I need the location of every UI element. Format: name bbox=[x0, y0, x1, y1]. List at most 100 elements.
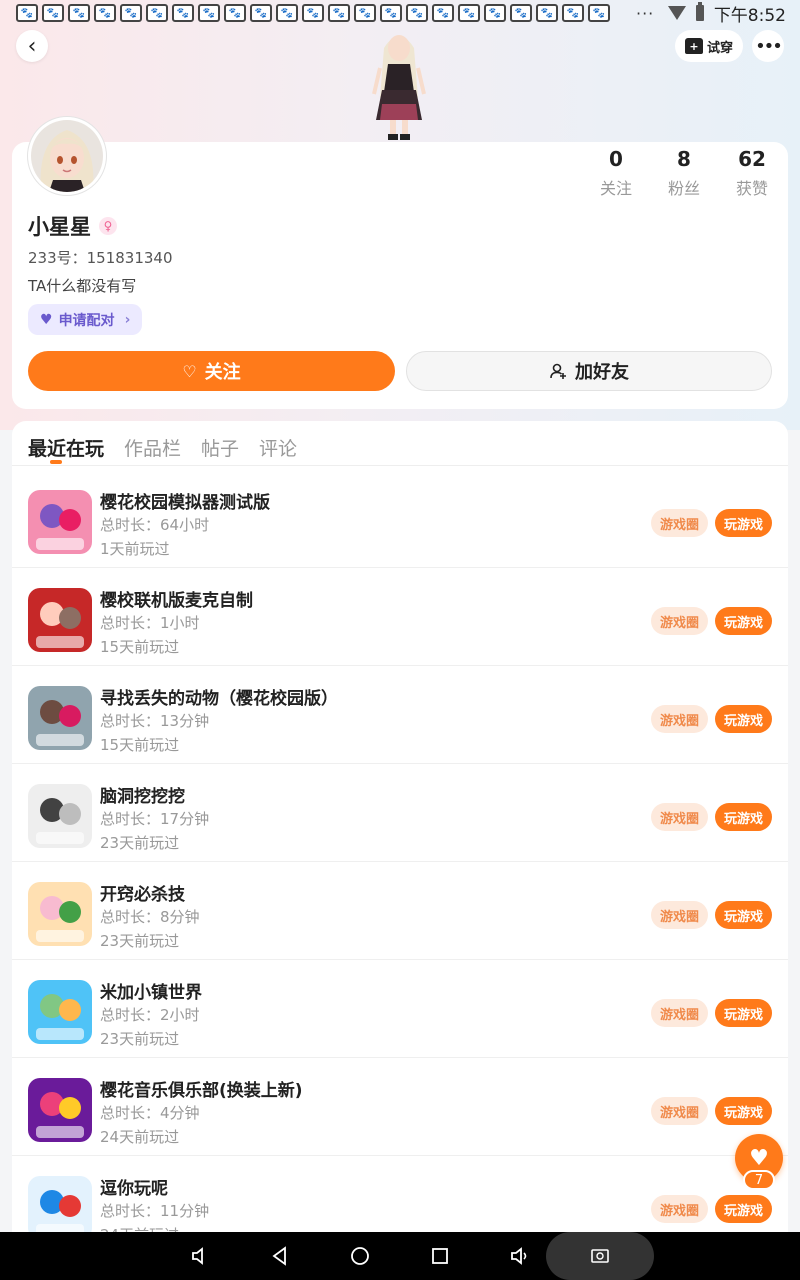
game-row[interactable]: 米加小镇世界 总时长：2小时 23天前玩过 游戏圈 玩游戏 bbox=[12, 960, 788, 1058]
paw-icon: 🐾 bbox=[146, 4, 168, 22]
more-button[interactable]: ••• bbox=[752, 30, 784, 62]
play-game-button[interactable]: 玩游戏 bbox=[715, 999, 772, 1027]
game-icon[interactable] bbox=[28, 1176, 92, 1232]
user-id: 233号：151831340 bbox=[28, 249, 173, 267]
screenshot-icon[interactable] bbox=[588, 1244, 612, 1268]
back-nav-icon[interactable] bbox=[268, 1244, 292, 1268]
game-duration: 总时长：11分钟 bbox=[100, 1202, 210, 1220]
game-last-played: 15天前玩过 bbox=[100, 736, 180, 754]
stat-label: 获赞 bbox=[735, 179, 768, 198]
game-duration: 总时长：13分钟 bbox=[100, 712, 210, 730]
tab-0[interactable]: 最近在玩 bbox=[28, 434, 104, 461]
heart-icon: ♥ bbox=[749, 1145, 769, 1171]
tab-3[interactable]: 评论 bbox=[259, 434, 297, 461]
stat-value: 0 bbox=[609, 147, 623, 171]
username-text: 小星星 bbox=[28, 215, 91, 239]
game-duration: 总时长：1小时 bbox=[100, 614, 200, 632]
game-title: 寻找丢失的动物（樱花校园版） bbox=[100, 689, 338, 709]
game-icon[interactable] bbox=[28, 980, 92, 1044]
play-game-button[interactable]: 玩游戏 bbox=[715, 1097, 772, 1125]
paw-icon: 🐾 bbox=[588, 4, 610, 22]
game-circle-button[interactable]: 游戏圈 bbox=[651, 705, 708, 733]
paw-icon: 🐾 bbox=[432, 4, 454, 22]
apply-pair-label: 申请配对 bbox=[58, 312, 115, 329]
game-row[interactable]: 樱花音乐俱乐部(换装上新) 总时长：4分钟 24天前玩过 游戏圈 玩游戏 bbox=[12, 1058, 788, 1156]
home-nav-icon[interactable] bbox=[348, 1244, 372, 1268]
follow-heart-icon: ♡ bbox=[182, 361, 197, 381]
stat-label: 粉丝 bbox=[667, 179, 700, 198]
volume-down-icon[interactable] bbox=[188, 1244, 212, 1268]
stat-0[interactable]: 0 关注 bbox=[582, 147, 650, 199]
game-circle-button[interactable]: 游戏圈 bbox=[651, 999, 708, 1027]
game-icon[interactable] bbox=[28, 686, 92, 750]
tab-2[interactable]: 帖子 bbox=[201, 434, 239, 461]
stat-1[interactable]: 8 粉丝 bbox=[650, 147, 718, 199]
game-icon[interactable] bbox=[28, 588, 92, 652]
game-duration: 总时长：17分钟 bbox=[100, 810, 210, 828]
tshirt-icon: + bbox=[684, 38, 703, 54]
system-nav-bar bbox=[0, 1232, 800, 1280]
character-figure bbox=[372, 35, 426, 140]
game-duration: 总时长：8分钟 bbox=[100, 908, 200, 926]
game-duration: 总时长：4分钟 bbox=[100, 1104, 200, 1122]
game-last-played: 23天前玩过 bbox=[100, 1030, 180, 1048]
tab-divider bbox=[12, 465, 788, 466]
game-icon[interactable] bbox=[28, 784, 92, 848]
game-circle-button[interactable]: 游戏圈 bbox=[651, 803, 708, 831]
game-row[interactable]: 樱校联机版麦克自制 总时长：1小时 15天前玩过 游戏圈 玩游戏 bbox=[12, 568, 788, 666]
game-row[interactable]: 逗你玩呢总时长：11分钟 24天前玩过 游戏圈玩游戏 bbox=[12, 1156, 788, 1232]
play-game-button[interactable]: 玩游戏 bbox=[715, 705, 772, 733]
game-row[interactable]: 开窍必杀技 总时长：8分钟 23天前玩过 游戏圈 玩游戏 bbox=[12, 862, 788, 960]
game-icon[interactable] bbox=[28, 1078, 92, 1142]
game-duration: 总时长：2小时 bbox=[100, 1006, 200, 1024]
tab-1[interactable]: 作品栏 bbox=[124, 434, 181, 461]
tryon-button[interactable]: + 试穿 bbox=[675, 30, 743, 62]
like-count: 7 bbox=[743, 1170, 775, 1190]
play-game-button[interactable]: 玩游戏 bbox=[715, 509, 772, 537]
paw-icon: 🐾 bbox=[458, 4, 480, 22]
stat-label: 关注 bbox=[599, 179, 632, 198]
game-title: 逗你玩呢 bbox=[100, 1179, 168, 1199]
game-last-played: 23天前玩过 bbox=[100, 834, 180, 852]
paw-icon: 🐾 bbox=[536, 4, 558, 22]
notification-icons: 🐾 🐾 🐾 🐾 🐾 🐾 🐾 🐾 🐾 🐾 🐾 🐾 🐾 🐾 🐾 🐾 🐾 🐾 🐾 🐾 🐾 🐾 🐾 bbox=[16, 4, 610, 22]
apply-pair-button[interactable]: ♥ 申请配对 › bbox=[28, 304, 143, 335]
game-last-played: 24天前玩过 bbox=[100, 1128, 180, 1146]
play-game-button[interactable]: 玩游戏 bbox=[715, 1195, 772, 1223]
back-button[interactable]: ‹ bbox=[16, 30, 48, 62]
follow-button[interactable]: ♡ 关注 bbox=[28, 351, 395, 391]
recents-nav-icon[interactable] bbox=[428, 1244, 452, 1268]
stat-2[interactable]: 62 获赞 bbox=[718, 147, 786, 199]
play-game-button[interactable]: 玩游戏 bbox=[715, 803, 772, 831]
paw-icon: 🐾 bbox=[562, 4, 584, 22]
paired-hearts-icon: ♥ bbox=[40, 311, 53, 328]
paw-icon: 🐾 bbox=[94, 4, 116, 22]
paw-icon: 🐾 bbox=[42, 4, 64, 22]
play-game-button[interactable]: 玩游戏 bbox=[715, 901, 772, 929]
game-row[interactable]: 脑洞挖挖挖总时长：17分钟 23天前玩过 游戏圈 玩游戏 bbox=[12, 764, 788, 862]
follow-label: 关注 bbox=[204, 362, 241, 383]
play-game-button[interactable]: 玩游戏 bbox=[715, 607, 772, 635]
game-title: 脑洞挖挖挖 bbox=[100, 787, 185, 807]
game-circle-button[interactable]: 游戏圈 bbox=[651, 607, 708, 635]
add-friend-button[interactable]: 加好友 bbox=[406, 351, 772, 391]
game-title: 樱花校园模拟器测试版 bbox=[100, 493, 270, 513]
game-icon[interactable] bbox=[28, 882, 92, 946]
game-circle-button[interactable]: 游戏圈 bbox=[651, 509, 708, 537]
paw-icon: 🐾 bbox=[406, 4, 428, 22]
paw-icon: 🐾 bbox=[120, 4, 142, 22]
profile-stats: 0 关注 8 粉丝 62 获赞 bbox=[582, 147, 786, 199]
volume-up-icon[interactable] bbox=[508, 1244, 532, 1268]
paw-icon: 🐾 bbox=[172, 4, 194, 22]
game-circle-button[interactable]: 游戏圈 bbox=[651, 1097, 708, 1125]
avatar[interactable] bbox=[28, 117, 106, 195]
game-row[interactable]: 樱花校园模拟器测试版 总时长：64小时 1天前玩过 游戏圈 玩游戏 bbox=[12, 470, 788, 568]
status-overflow: ··· bbox=[636, 3, 655, 23]
female-icon: ♀ bbox=[99, 217, 117, 235]
game-icon[interactable] bbox=[28, 490, 92, 554]
ellipsis-icon: ••• bbox=[755, 35, 783, 57]
game-row[interactable]: 寻找丢失的动物（樱花校园版） 总时长：13分钟 15天前玩过 游戏圈 玩游戏 bbox=[12, 666, 788, 764]
game-circle-button[interactable]: 游戏圈 bbox=[651, 1195, 708, 1223]
game-last-played: 23天前玩过 bbox=[100, 932, 180, 950]
game-circle-button[interactable]: 游戏圈 bbox=[651, 901, 708, 929]
